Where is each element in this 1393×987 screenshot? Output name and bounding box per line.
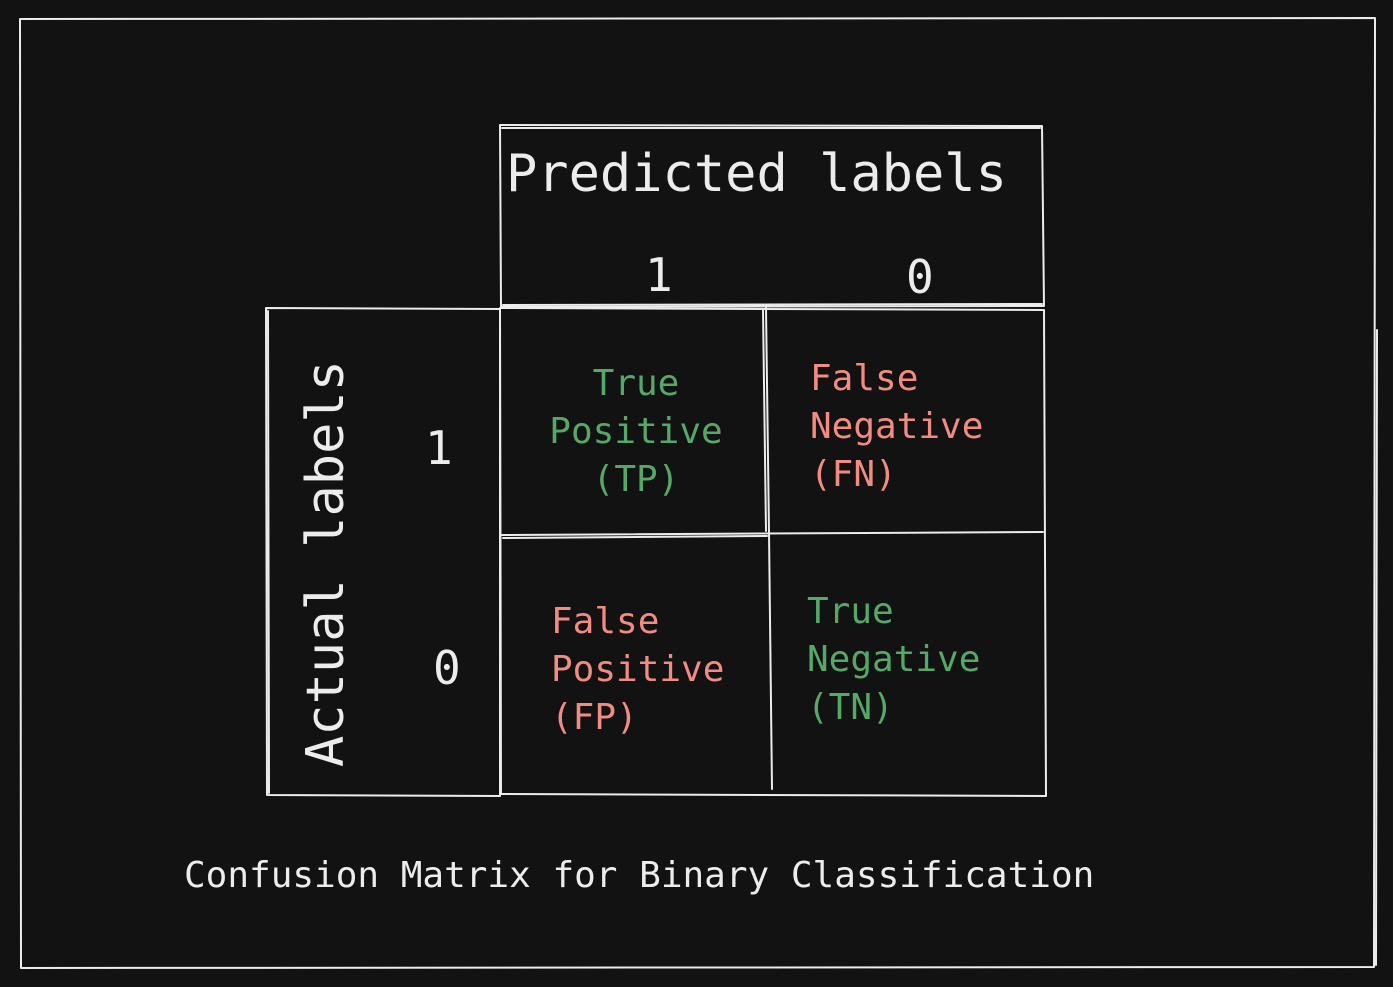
- cell-tp-line-1: True: [592, 363, 680, 404]
- cell-false-positive: False Positive (FP): [551, 598, 724, 742]
- cell-tp-line-3: (TP): [592, 459, 680, 500]
- cell-tn-line-1: True: [807, 591, 894, 632]
- actual-labels-title: Actual labels: [296, 360, 356, 767]
- cell-true-positive: True Positive (TP): [536, 360, 736, 504]
- cell-false-negative: False Negative (FN): [810, 355, 983, 499]
- cell-fn-line-3: (FN): [810, 454, 897, 495]
- cell-fp-line-3: (FP): [551, 697, 638, 738]
- diagram-caption: Confusion Matrix for Binary Classificati…: [184, 855, 1095, 896]
- cell-true-negative: True Negative (TN): [807, 588, 980, 732]
- matrix-horizontal-divider-sketch: [502, 535, 768, 539]
- cell-fp-line-1: False: [551, 601, 660, 642]
- cell-tn-line-2: Negative: [807, 639, 981, 680]
- cell-fp-line-2: Positive: [551, 649, 725, 690]
- predicted-tick-1: 1: [645, 248, 673, 302]
- predicted-tick-0: 0: [906, 250, 934, 304]
- actual-tick-1: 1: [425, 421, 453, 475]
- actual-tick-0: 0: [433, 641, 461, 695]
- matrix-horizontal-divider: [501, 531, 1044, 536]
- cell-fn-line-1: False: [810, 358, 919, 399]
- actual-header-box-sketch: [267, 310, 270, 794]
- matrix-box-sketch: [502, 303, 1043, 306]
- predicted-labels-title: Predicted labels: [506, 144, 1007, 204]
- cell-tp-line-2: Positive: [549, 411, 723, 452]
- outer-frame-overlap: [1375, 329, 1378, 966]
- cell-tn-line-3: (TN): [807, 687, 894, 728]
- matrix-vertical-divider: [765, 307, 773, 790]
- cell-fn-line-2: Negative: [810, 406, 984, 447]
